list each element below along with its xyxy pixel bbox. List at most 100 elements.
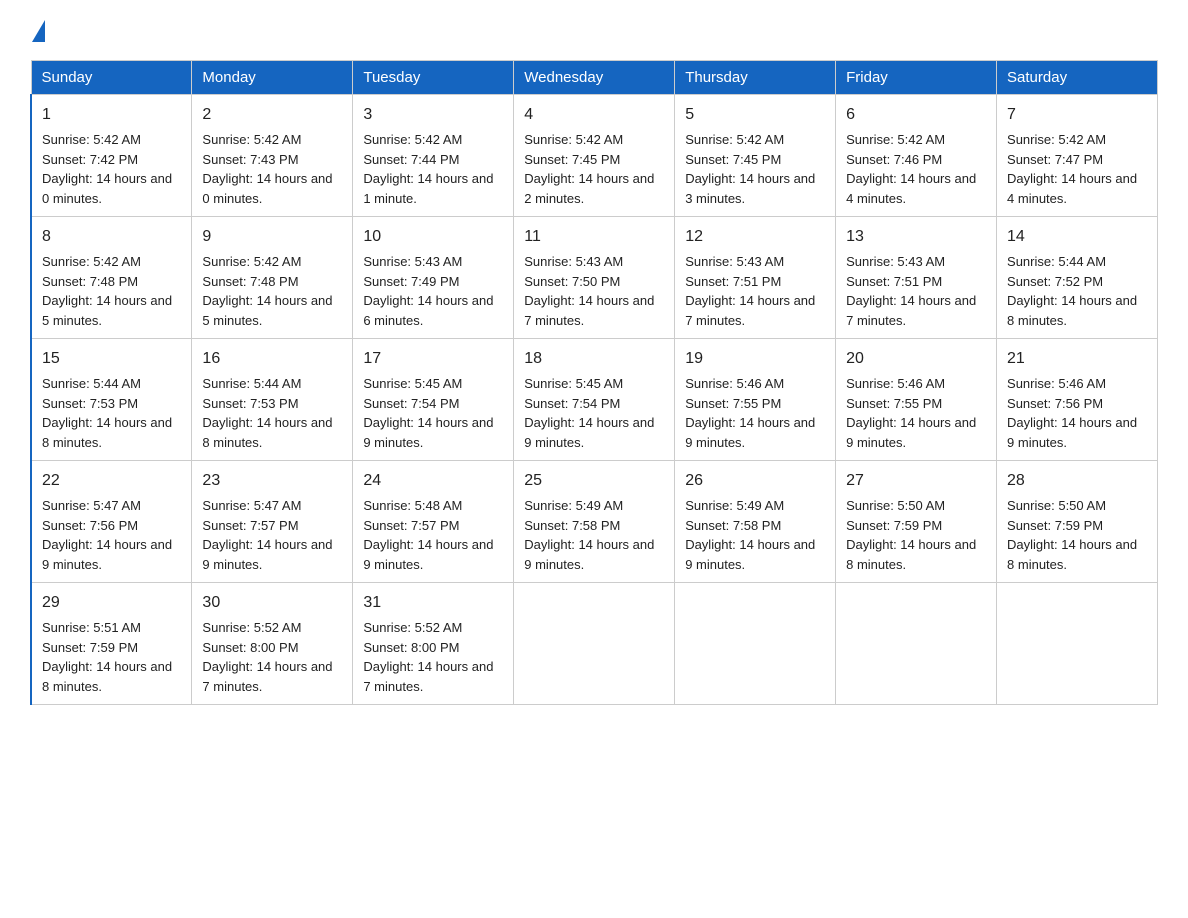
- header-thursday: Thursday: [675, 61, 836, 95]
- day-number: 23: [202, 469, 342, 493]
- day-info: Sunrise: 5:50 AMSunset: 7:59 PMDaylight:…: [846, 498, 976, 572]
- day-number: 19: [685, 347, 825, 371]
- day-number: 26: [685, 469, 825, 493]
- day-info: Sunrise: 5:45 AMSunset: 7:54 PMDaylight:…: [363, 376, 493, 450]
- day-number: 29: [42, 591, 181, 615]
- table-row: 27 Sunrise: 5:50 AMSunset: 7:59 PMDaylig…: [836, 461, 997, 583]
- day-number: 31: [363, 591, 503, 615]
- day-number: 16: [202, 347, 342, 371]
- table-row: 1 Sunrise: 5:42 AMSunset: 7:42 PMDayligh…: [31, 95, 192, 217]
- header-wednesday: Wednesday: [514, 61, 675, 95]
- day-number: 28: [1007, 469, 1147, 493]
- table-row: 30 Sunrise: 5:52 AMSunset: 8:00 PMDaylig…: [192, 583, 353, 705]
- day-info: Sunrise: 5:42 AMSunset: 7:45 PMDaylight:…: [524, 132, 654, 206]
- day-info: Sunrise: 5:42 AMSunset: 7:45 PMDaylight:…: [685, 132, 815, 206]
- table-row: [514, 583, 675, 705]
- table-row: 19 Sunrise: 5:46 AMSunset: 7:55 PMDaylig…: [675, 339, 836, 461]
- day-number: 3: [363, 103, 503, 127]
- day-number: 12: [685, 225, 825, 249]
- day-info: Sunrise: 5:47 AMSunset: 7:56 PMDaylight:…: [42, 498, 172, 572]
- day-info: Sunrise: 5:50 AMSunset: 7:59 PMDaylight:…: [1007, 498, 1137, 572]
- table-row: 29 Sunrise: 5:51 AMSunset: 7:59 PMDaylig…: [31, 583, 192, 705]
- day-info: Sunrise: 5:44 AMSunset: 7:53 PMDaylight:…: [202, 376, 332, 450]
- table-row: 22 Sunrise: 5:47 AMSunset: 7:56 PMDaylig…: [31, 461, 192, 583]
- day-info: Sunrise: 5:46 AMSunset: 7:55 PMDaylight:…: [685, 376, 815, 450]
- week-row-5: 29 Sunrise: 5:51 AMSunset: 7:59 PMDaylig…: [31, 583, 1158, 705]
- header-monday: Monday: [192, 61, 353, 95]
- day-number: 4: [524, 103, 664, 127]
- day-number: 7: [1007, 103, 1147, 127]
- table-row: 3 Sunrise: 5:42 AMSunset: 7:44 PMDayligh…: [353, 95, 514, 217]
- header-sunday: Sunday: [31, 61, 192, 95]
- day-info: Sunrise: 5:43 AMSunset: 7:50 PMDaylight:…: [524, 254, 654, 328]
- table-row: [836, 583, 997, 705]
- day-info: Sunrise: 5:49 AMSunset: 7:58 PMDaylight:…: [524, 498, 654, 572]
- day-number: 6: [846, 103, 986, 127]
- day-number: 11: [524, 225, 664, 249]
- header-friday: Friday: [836, 61, 997, 95]
- day-info: Sunrise: 5:49 AMSunset: 7:58 PMDaylight:…: [685, 498, 815, 572]
- table-row: 14 Sunrise: 5:44 AMSunset: 7:52 PMDaylig…: [997, 217, 1158, 339]
- table-row: 4 Sunrise: 5:42 AMSunset: 7:45 PMDayligh…: [514, 95, 675, 217]
- day-info: Sunrise: 5:43 AMSunset: 7:49 PMDaylight:…: [363, 254, 493, 328]
- table-row: 10 Sunrise: 5:43 AMSunset: 7:49 PMDaylig…: [353, 217, 514, 339]
- day-info: Sunrise: 5:44 AMSunset: 7:53 PMDaylight:…: [42, 376, 172, 450]
- table-row: 2 Sunrise: 5:42 AMSunset: 7:43 PMDayligh…: [192, 95, 353, 217]
- table-row: 6 Sunrise: 5:42 AMSunset: 7:46 PMDayligh…: [836, 95, 997, 217]
- week-row-1: 1 Sunrise: 5:42 AMSunset: 7:42 PMDayligh…: [31, 95, 1158, 217]
- day-info: Sunrise: 5:42 AMSunset: 7:47 PMDaylight:…: [1007, 132, 1137, 206]
- day-info: Sunrise: 5:42 AMSunset: 7:44 PMDaylight:…: [363, 132, 493, 206]
- calendar-table: SundayMondayTuesdayWednesdayThursdayFrid…: [30, 60, 1158, 705]
- table-row: 5 Sunrise: 5:42 AMSunset: 7:45 PMDayligh…: [675, 95, 836, 217]
- table-row: 16 Sunrise: 5:44 AMSunset: 7:53 PMDaylig…: [192, 339, 353, 461]
- day-info: Sunrise: 5:43 AMSunset: 7:51 PMDaylight:…: [685, 254, 815, 328]
- table-row: [997, 583, 1158, 705]
- table-row: 13 Sunrise: 5:43 AMSunset: 7:51 PMDaylig…: [836, 217, 997, 339]
- day-info: Sunrise: 5:42 AMSunset: 7:42 PMDaylight:…: [42, 132, 172, 206]
- day-number: 30: [202, 591, 342, 615]
- table-row: 11 Sunrise: 5:43 AMSunset: 7:50 PMDaylig…: [514, 217, 675, 339]
- day-number: 8: [42, 225, 181, 249]
- day-info: Sunrise: 5:43 AMSunset: 7:51 PMDaylight:…: [846, 254, 976, 328]
- day-number: 15: [42, 347, 181, 371]
- day-number: 24: [363, 469, 503, 493]
- logo-triangle-icon: [32, 20, 45, 42]
- week-row-2: 8 Sunrise: 5:42 AMSunset: 7:48 PMDayligh…: [31, 217, 1158, 339]
- header-tuesday: Tuesday: [353, 61, 514, 95]
- table-row: 26 Sunrise: 5:49 AMSunset: 7:58 PMDaylig…: [675, 461, 836, 583]
- week-row-4: 22 Sunrise: 5:47 AMSunset: 7:56 PMDaylig…: [31, 461, 1158, 583]
- table-row: 17 Sunrise: 5:45 AMSunset: 7:54 PMDaylig…: [353, 339, 514, 461]
- day-info: Sunrise: 5:42 AMSunset: 7:46 PMDaylight:…: [846, 132, 976, 206]
- day-number: 1: [42, 103, 181, 127]
- table-row: 24 Sunrise: 5:48 AMSunset: 7:57 PMDaylig…: [353, 461, 514, 583]
- week-row-3: 15 Sunrise: 5:44 AMSunset: 7:53 PMDaylig…: [31, 339, 1158, 461]
- day-info: Sunrise: 5:42 AMSunset: 7:48 PMDaylight:…: [42, 254, 172, 328]
- day-number: 17: [363, 347, 503, 371]
- day-number: 10: [363, 225, 503, 249]
- day-number: 14: [1007, 225, 1147, 249]
- day-info: Sunrise: 5:51 AMSunset: 7:59 PMDaylight:…: [42, 620, 172, 694]
- table-row: 28 Sunrise: 5:50 AMSunset: 7:59 PMDaylig…: [997, 461, 1158, 583]
- day-number: 2: [202, 103, 342, 127]
- day-info: Sunrise: 5:42 AMSunset: 7:48 PMDaylight:…: [202, 254, 332, 328]
- table-row: 21 Sunrise: 5:46 AMSunset: 7:56 PMDaylig…: [997, 339, 1158, 461]
- table-row: 15 Sunrise: 5:44 AMSunset: 7:53 PMDaylig…: [31, 339, 192, 461]
- table-row: 12 Sunrise: 5:43 AMSunset: 7:51 PMDaylig…: [675, 217, 836, 339]
- day-info: Sunrise: 5:52 AMSunset: 8:00 PMDaylight:…: [202, 620, 332, 694]
- day-info: Sunrise: 5:44 AMSunset: 7:52 PMDaylight:…: [1007, 254, 1137, 328]
- days-header-row: SundayMondayTuesdayWednesdayThursdayFrid…: [31, 61, 1158, 95]
- day-number: 9: [202, 225, 342, 249]
- table-row: 8 Sunrise: 5:42 AMSunset: 7:48 PMDayligh…: [31, 217, 192, 339]
- day-number: 5: [685, 103, 825, 127]
- day-number: 13: [846, 225, 986, 249]
- table-row: 7 Sunrise: 5:42 AMSunset: 7:47 PMDayligh…: [997, 95, 1158, 217]
- table-row: 18 Sunrise: 5:45 AMSunset: 7:54 PMDaylig…: [514, 339, 675, 461]
- day-info: Sunrise: 5:47 AMSunset: 7:57 PMDaylight:…: [202, 498, 332, 572]
- table-row: 23 Sunrise: 5:47 AMSunset: 7:57 PMDaylig…: [192, 461, 353, 583]
- day-info: Sunrise: 5:46 AMSunset: 7:56 PMDaylight:…: [1007, 376, 1137, 450]
- logo: [30, 24, 45, 42]
- table-row: 20 Sunrise: 5:46 AMSunset: 7:55 PMDaylig…: [836, 339, 997, 461]
- table-row: 25 Sunrise: 5:49 AMSunset: 7:58 PMDaylig…: [514, 461, 675, 583]
- day-info: Sunrise: 5:42 AMSunset: 7:43 PMDaylight:…: [202, 132, 332, 206]
- day-number: 22: [42, 469, 181, 493]
